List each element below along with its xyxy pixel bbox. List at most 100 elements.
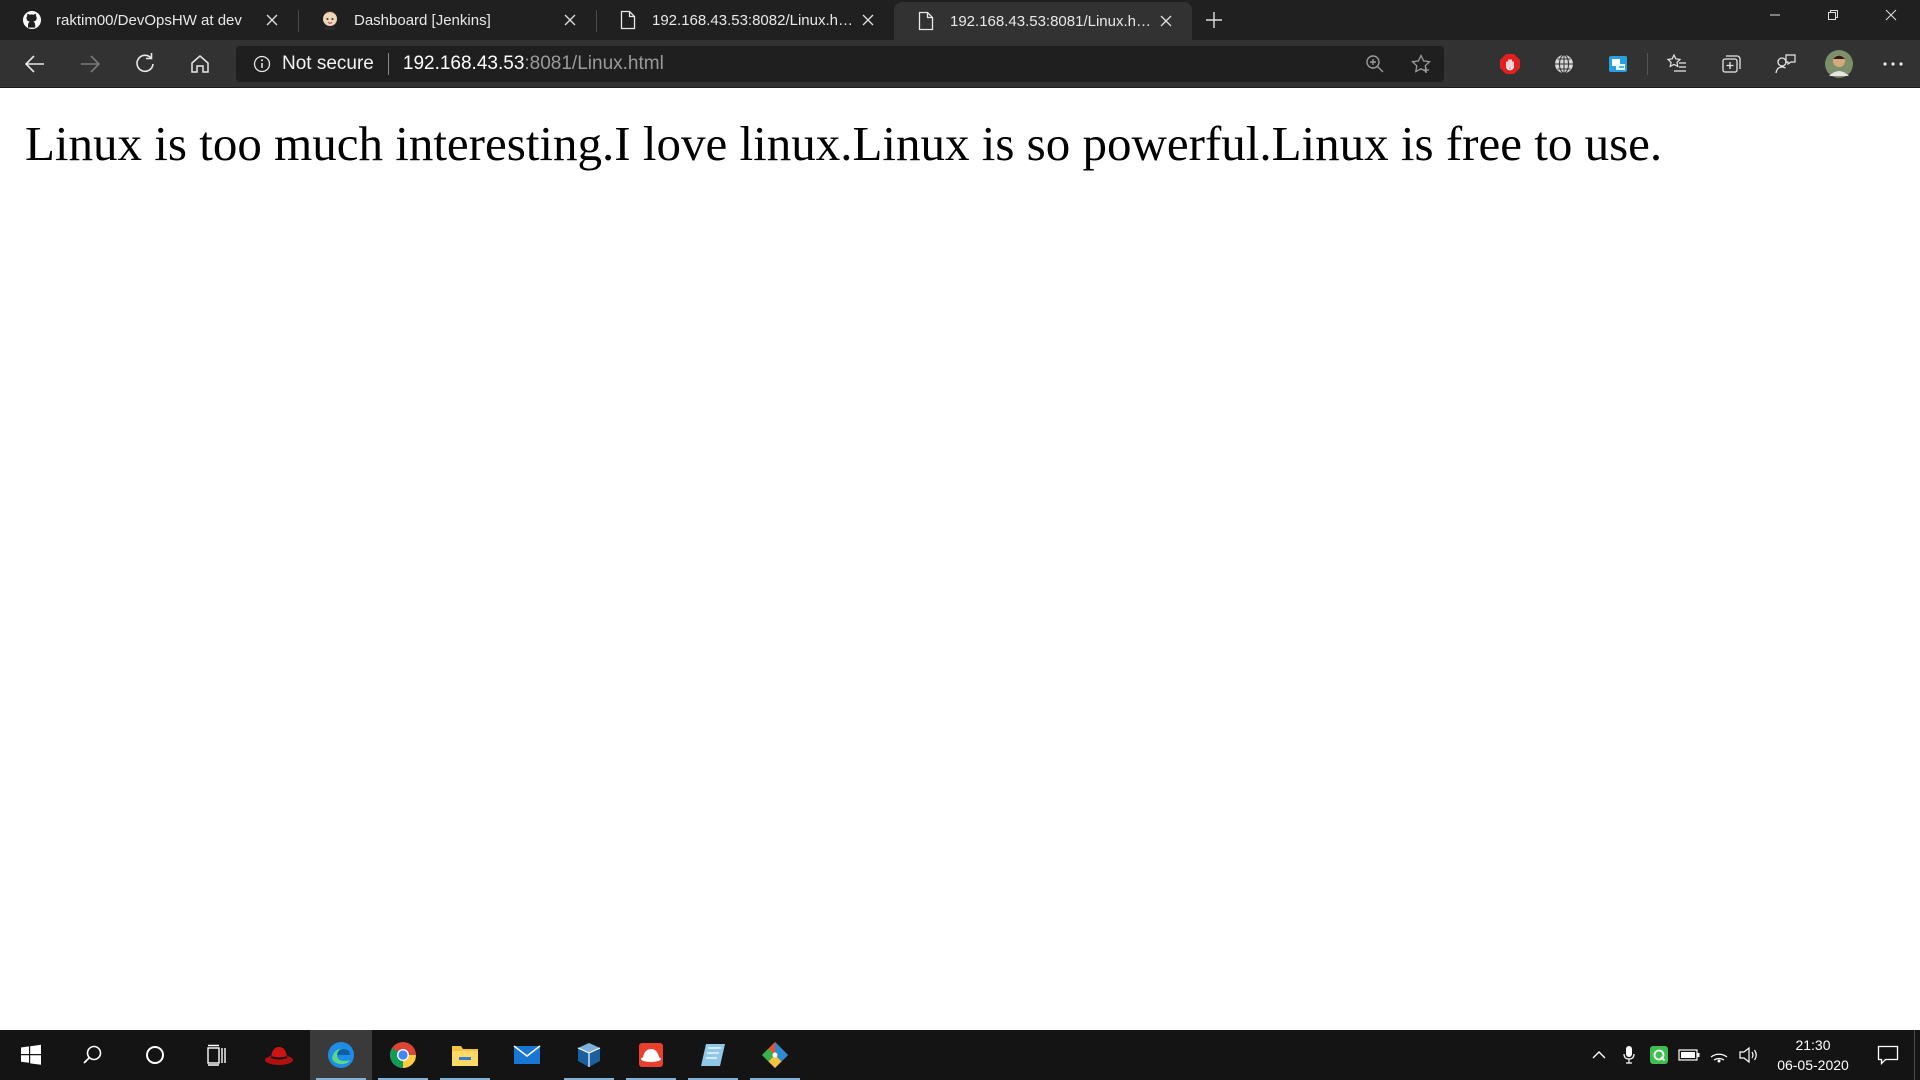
tab-title: Dashboard [Jenkins]: [354, 11, 491, 29]
new-tab-button[interactable]: [1192, 0, 1236, 40]
search-icon: [83, 1045, 102, 1064]
close-tab-icon[interactable]: [558, 8, 582, 32]
folder-icon: [452, 1046, 478, 1066]
edge-browser-icon: [328, 1042, 354, 1068]
tab-jenkins[interactable]: Dashboard [Jenkins]: [298, 0, 596, 40]
system-tray: 21:30 06-05-2020: [1584, 1030, 1920, 1080]
search-button[interactable]: [62, 1030, 124, 1080]
battery-icon: [1678, 1049, 1700, 1061]
star-icon: [1411, 54, 1431, 73]
tab-title: 192.168.43.53:8082/Linux.html: [652, 11, 856, 29]
page-icon: [618, 10, 638, 30]
cortana-button[interactable]: [124, 1030, 186, 1080]
feedback-button[interactable]: [1758, 44, 1812, 84]
address-separator: [387, 53, 389, 75]
translate-extension[interactable]: [1591, 44, 1645, 84]
adblock-extension[interactable]: [1483, 44, 1537, 84]
taskbar-notes-app[interactable]: [682, 1030, 744, 1080]
github-icon: [22, 10, 42, 30]
windows-taskbar: 21:30 06-05-2020: [0, 1030, 1920, 1080]
address-bar[interactable]: Not secure 192.168.43.53 :8081/Linux.htm…: [236, 46, 1444, 82]
home-button[interactable]: [180, 44, 220, 84]
plus-icon: [1206, 12, 1222, 28]
close-window-button[interactable]: [1862, 0, 1920, 30]
refresh-button[interactable]: [125, 44, 165, 84]
taskbar-explorer-app[interactable]: [434, 1030, 496, 1080]
taskbar-redhat-terminal-app[interactable]: [620, 1030, 682, 1080]
cortana-circle-icon: [146, 1046, 164, 1064]
mail-icon: [513, 1045, 541, 1064]
favorites-button[interactable]: [1650, 44, 1704, 84]
restore-button[interactable]: [1804, 0, 1862, 30]
page-body-text: Linux is too much interesting.I love lin…: [25, 116, 1663, 171]
start-button[interactable]: [0, 1030, 62, 1080]
taskbar-virtualbox-app[interactable]: [558, 1030, 620, 1080]
close-tab-icon[interactable]: [856, 8, 880, 32]
clock-date: 06-05-2020: [1777, 1057, 1849, 1073]
chevron-up-icon: [1592, 1051, 1606, 1059]
collections-icon: [1722, 55, 1741, 73]
info-icon[interactable]: [252, 54, 272, 74]
notification-icon: [1877, 1045, 1899, 1065]
translate-icon: [1609, 56, 1627, 72]
more-dots-icon: [1883, 62, 1903, 66]
zoom-button[interactable]: [1352, 46, 1398, 82]
tab-title: 192.168.43.53:8081/Linux.html: [950, 12, 1154, 30]
task-view-button[interactable]: [186, 1030, 248, 1080]
not-secure-label[interactable]: Not secure: [282, 53, 374, 75]
qbittorrent-tray[interactable]: [1644, 1030, 1674, 1080]
profile-button[interactable]: [1812, 44, 1866, 84]
taskbar-chrome-app[interactable]: [372, 1030, 434, 1080]
volume-tray[interactable]: [1734, 1030, 1764, 1080]
avatar: [1825, 50, 1853, 78]
network-tray[interactable]: [1704, 1030, 1734, 1080]
battery-tray[interactable]: [1674, 1030, 1704, 1080]
window-controls: [1746, 0, 1920, 30]
browser-toolbar: Not secure 192.168.43.53 :8081/Linux.htm…: [0, 40, 1920, 88]
chrome-icon: [390, 1042, 416, 1069]
virtualbox-icon: [577, 1043, 601, 1067]
show-desktop-button[interactable]: [1914, 1030, 1920, 1080]
stop-hand-icon: [1500, 54, 1520, 74]
jenkins-icon: [320, 10, 340, 30]
show-hidden-icons-button[interactable]: [1584, 1030, 1614, 1080]
collections-button[interactable]: [1704, 44, 1758, 84]
minimize-icon: [1770, 14, 1780, 16]
taskbar-edge-app[interactable]: [310, 1030, 372, 1080]
close-tab-icon[interactable]: [260, 8, 284, 32]
back-button[interactable]: [15, 44, 55, 84]
notes-icon: [701, 1044, 725, 1066]
toolbar-separator: [1647, 53, 1648, 75]
forward-arrow-icon: [81, 54, 100, 73]
microphone-tray[interactable]: [1614, 1030, 1644, 1080]
q-app-icon: [1650, 1046, 1668, 1064]
taskbar-git-app[interactable]: [744, 1030, 806, 1080]
taskbar-mail-app[interactable]: [496, 1030, 558, 1080]
extensions-row: [1483, 44, 1920, 84]
refresh-icon: [136, 52, 154, 72]
forward-button[interactable]: [70, 44, 110, 84]
url-host: 192.168.43.53: [402, 53, 525, 74]
globe-extension[interactable]: [1537, 44, 1591, 84]
page-viewport: Linux is too much interesting.I love lin…: [0, 89, 1920, 1030]
tab-linux-8082[interactable]: 192.168.43.53:8082/Linux.html: [596, 0, 894, 40]
taskbar-redhat-app[interactable]: [248, 1030, 310, 1080]
back-arrow-icon: [25, 54, 44, 73]
close-tab-icon[interactable]: [1154, 9, 1178, 33]
minimize-button[interactable]: [1746, 0, 1804, 30]
taskbar-clock[interactable]: 21:30 06-05-2020: [1770, 1035, 1856, 1075]
settings-more-button[interactable]: [1866, 44, 1920, 84]
favorite-button[interactable]: [1398, 46, 1444, 82]
tab-github[interactable]: raktim00/DevOpsHW at dev: [0, 0, 298, 40]
clock-time: 21:30: [1795, 1037, 1831, 1053]
globe-icon: [1555, 54, 1573, 74]
close-icon: [1885, 9, 1897, 21]
action-center-button[interactable]: [1862, 1030, 1914, 1080]
git-diamond-icon: [762, 1042, 788, 1068]
windows-logo-icon: [21, 1044, 41, 1065]
tab-linux-8081[interactable]: 192.168.43.53:8081/Linux.html: [894, 2, 1192, 40]
address-actions: [1352, 46, 1444, 82]
feedback-icon: [1775, 54, 1796, 74]
wifi-icon: [1710, 1053, 1728, 1063]
restore-icon: [1828, 10, 1838, 20]
